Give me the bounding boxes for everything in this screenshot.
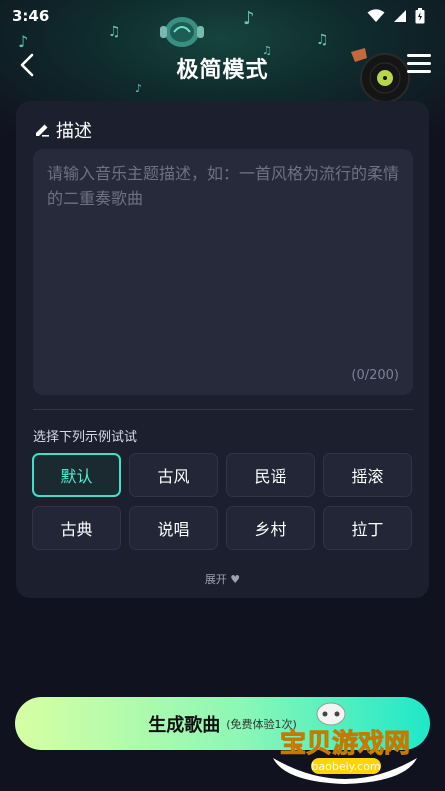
character-counter: (0/200) [351, 368, 399, 383]
generate-label: 生成歌曲 [148, 714, 221, 736]
music-note-icon: ♫ [108, 24, 121, 40]
prompt-card: 描述 (0/200) 选择下列示例试试 默认 古风 民谣 摇滚 古典 说唱 乡村… [16, 101, 429, 598]
description-heading: 描述 [34, 117, 92, 143]
example-chips: 默认 古风 民谣 摇滚 古典 说唱 乡村 拉丁 [32, 453, 414, 550]
signal-icon [394, 10, 406, 22]
svg-text:baobeiy.com: baobeiy.com [311, 760, 380, 773]
status-bar: 3:46 [0, 0, 445, 32]
chip-classical[interactable]: 古典 [32, 506, 121, 550]
pencil-icon [36, 124, 49, 137]
description-input[interactable] [33, 149, 413, 395]
site-watermark-logo: 宝贝游戏网 baobeiy.com [273, 702, 417, 784]
chip-folk[interactable]: 民谣 [226, 453, 315, 497]
battery-icon [415, 8, 425, 24]
svg-text:宝贝游戏网: 宝贝游戏网 [280, 728, 410, 759]
chip-rap[interactable]: 说唱 [129, 506, 218, 550]
chip-latin[interactable]: 拉丁 [323, 506, 412, 550]
status-time: 3:46 [12, 7, 50, 25]
menu-button[interactable] [407, 54, 431, 76]
status-icons [367, 8, 425, 24]
chip-rock[interactable]: 摇滚 [323, 453, 412, 497]
chip-ancient-style[interactable]: 古风 [129, 453, 218, 497]
divider [33, 409, 413, 410]
expand-button[interactable]: 展开 ♥ [16, 571, 429, 587]
music-note-icon: ♪ [243, 8, 255, 29]
menu-icon [407, 54, 431, 57]
examples-title: 选择下列示例试试 [33, 430, 138, 445]
header: 极简模式 [0, 40, 445, 92]
chip-default[interactable]: 默认 [32, 453, 121, 497]
description-label: 描述 [56, 121, 92, 142]
description-box: (0/200) [33, 149, 413, 395]
page-title: 极简模式 [176, 58, 269, 83]
chip-country[interactable]: 乡村 [226, 506, 315, 550]
wifi-icon [367, 9, 385, 22]
